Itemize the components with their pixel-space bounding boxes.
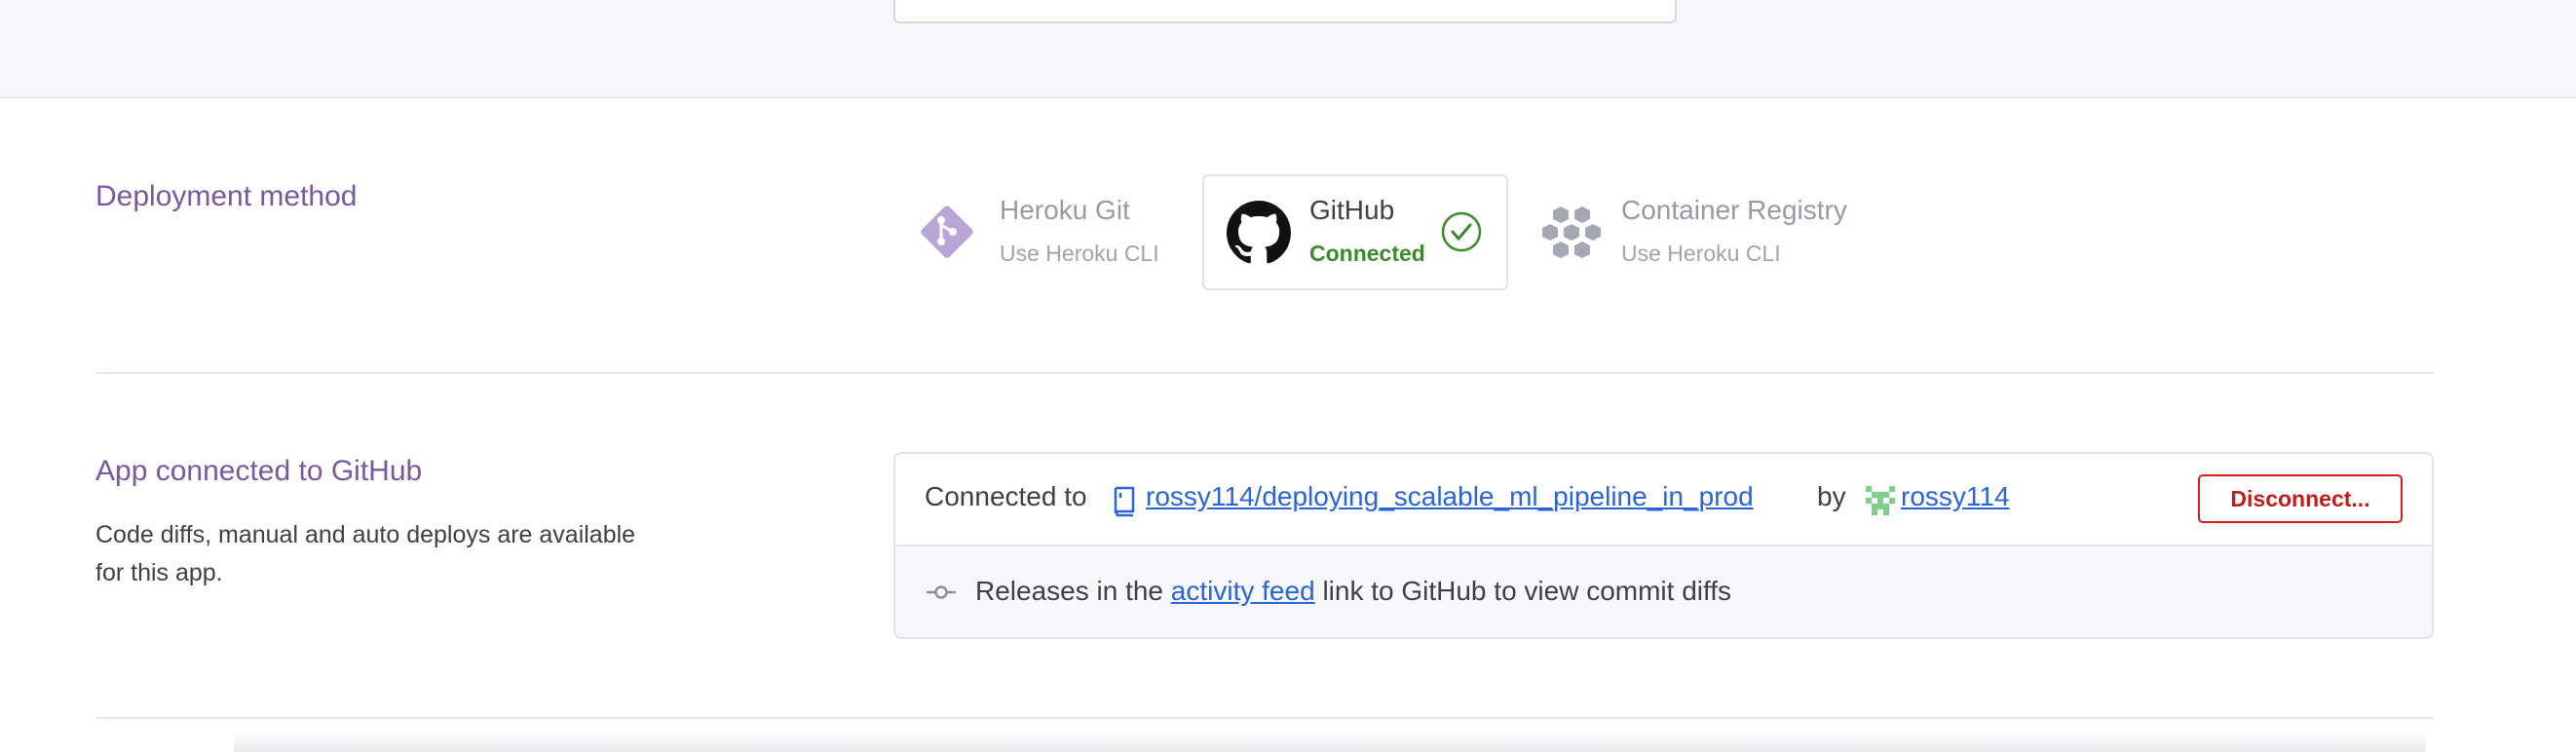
releases-row: Releases in the activity feed link to Gi… (895, 546, 2432, 637)
top-band (0, 0, 2576, 98)
deployment-method-title: Deployment method (95, 180, 358, 212)
by-label: by (1817, 481, 1846, 511)
releases-suffix: link to GitHub to view commit diffs (1322, 576, 1732, 606)
method-heroku-git[interactable]: Heroku Git Use Heroku CLI (914, 175, 1206, 292)
activity-feed-link[interactable]: activity feed (1171, 576, 1315, 606)
method-name: Container Registry (1621, 195, 1847, 225)
releases-prefix: Releases in the (975, 576, 1164, 606)
github-connection-panel: Connected to rossy114/deploying_scalable… (893, 452, 2434, 639)
disconnect-button[interactable]: Disconnect... (2198, 474, 2403, 523)
method-name: GitHub (1309, 195, 1395, 225)
check-circle-icon (1441, 211, 1482, 257)
method-container-registry[interactable]: Container Registry Use Heroku CLI (1539, 175, 1880, 292)
method-sub: Use Heroku CLI (1621, 241, 1781, 266)
connected-status: Connected (1309, 241, 1425, 266)
app-connected-title: App connected to GitHub (95, 455, 423, 487)
releases-text: Releases in the activity feed link to Gi… (975, 576, 1731, 607)
commit-icon (927, 582, 956, 608)
user-link[interactable]: rossy114 (1901, 481, 2010, 512)
method-sub: Use Heroku CLI (1000, 241, 1159, 266)
bottom-shadow (234, 733, 2426, 752)
connection-row: Connected to rossy114/deploying_scalable… (895, 454, 2432, 546)
heroku-git-icon (914, 199, 980, 270)
repo-link[interactable]: rossy114/deploying_scalable_ml_pipeline_… (1146, 481, 1754, 512)
search-input[interactable] (893, 0, 1677, 23)
section-divider (95, 372, 2434, 374)
user-avatar (1866, 486, 1895, 520)
section-divider (95, 717, 2434, 719)
connected-to-label: Connected to (925, 481, 1087, 511)
method-name: Heroku Git (1000, 195, 1130, 225)
github-icon (1227, 201, 1291, 270)
app-connected-description: Code diffs, manual and auto deploys are … (95, 521, 636, 586)
repo-icon (1112, 486, 1137, 522)
container-registry-icon (1539, 203, 1604, 268)
method-github[interactable]: GitHub Connected (1202, 174, 1508, 290)
